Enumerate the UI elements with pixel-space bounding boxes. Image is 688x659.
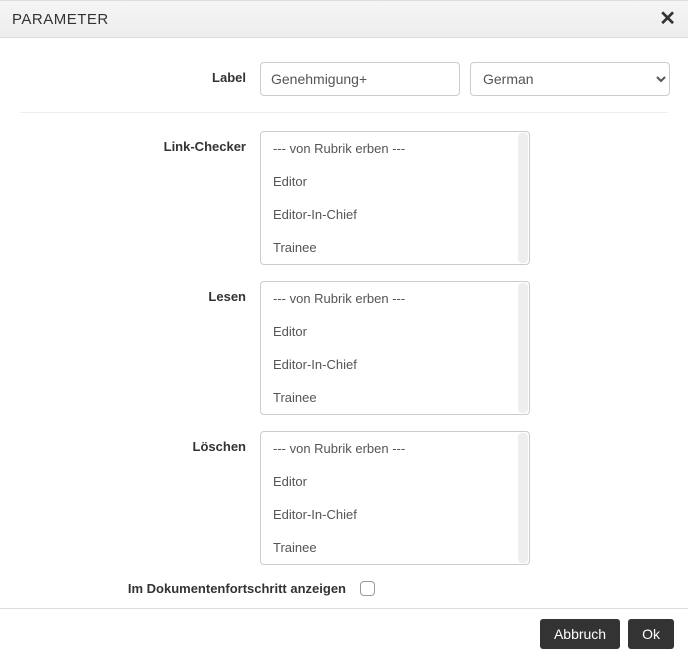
link-checker-label: Link-Checker (20, 131, 260, 154)
list-item[interactable]: Editor (261, 165, 529, 198)
loeschen-label: Löschen (20, 431, 260, 454)
list-item[interactable]: Editor (261, 315, 529, 348)
scrollbar[interactable] (518, 433, 528, 563)
label-input[interactable] (260, 62, 460, 96)
link-checker-row: Link-Checker --- von Rubrik erben --- Ed… (20, 131, 668, 265)
ok-button[interactable]: Ok (628, 619, 674, 649)
separator (20, 112, 668, 113)
list-item[interactable]: --- von Rubrik erben --- (261, 132, 529, 165)
show-in-progress-checkbox[interactable] (360, 581, 375, 596)
dialog-footer: Abbruch Ok (0, 608, 688, 659)
label-field-label: Label (20, 62, 260, 85)
parameter-dialog: PARAMETER ✕ Label German Link-Checker --… (0, 0, 688, 659)
list-item[interactable]: Trainee (261, 531, 529, 564)
label-row: Label German (20, 62, 668, 96)
show-in-progress-row: Im Dokumentenfortschritt anzeigen (20, 581, 668, 596)
loeschen-row: Löschen --- von Rubrik erben --- Editor … (20, 431, 668, 565)
scrollbar[interactable] (518, 133, 528, 263)
cancel-button[interactable]: Abbruch (540, 619, 620, 649)
link-checker-listbox[interactable]: --- von Rubrik erben --- Editor Editor-I… (260, 131, 530, 265)
lesen-label: Lesen (20, 281, 260, 304)
lesen-listbox[interactable]: --- von Rubrik erben --- Editor Editor-I… (260, 281, 530, 415)
dialog-body: Label German Link-Checker --- von Rubrik… (0, 38, 688, 608)
close-icon[interactable]: ✕ (659, 9, 676, 29)
language-select[interactable]: German (470, 62, 670, 96)
list-item[interactable]: Trainee (261, 231, 529, 264)
list-item[interactable]: Editor-In-Chief (261, 498, 529, 531)
list-item[interactable]: Trainee (261, 381, 529, 414)
list-item[interactable]: Editor (261, 465, 529, 498)
scrollbar[interactable] (518, 283, 528, 413)
loeschen-listbox[interactable]: --- von Rubrik erben --- Editor Editor-I… (260, 431, 530, 565)
list-item[interactable]: --- von Rubrik erben --- (261, 432, 529, 465)
list-item[interactable]: Editor-In-Chief (261, 348, 529, 381)
list-item[interactable]: Editor-In-Chief (261, 198, 529, 231)
dialog-title: PARAMETER (12, 11, 109, 28)
lesen-row: Lesen --- von Rubrik erben --- Editor Ed… (20, 281, 668, 415)
list-item[interactable]: --- von Rubrik erben --- (261, 282, 529, 315)
show-in-progress-label: Im Dokumentenfortschritt anzeigen (20, 581, 360, 596)
dialog-header: PARAMETER ✕ (0, 1, 688, 38)
